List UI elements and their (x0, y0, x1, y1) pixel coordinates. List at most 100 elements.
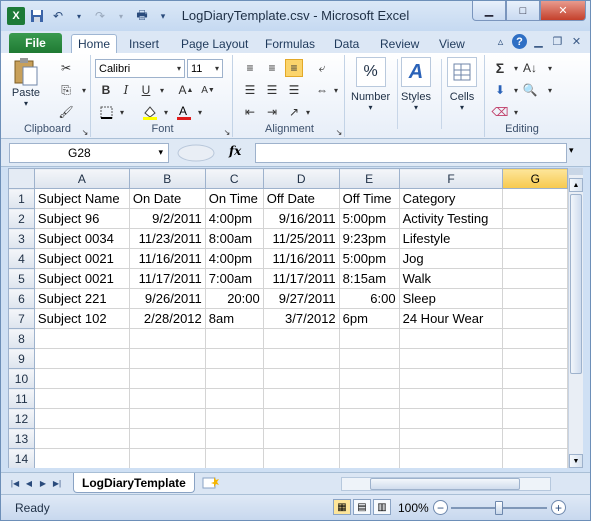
cell-g7[interactable] (502, 308, 568, 329)
column-header-d[interactable]: D (262, 168, 340, 189)
horizontal-scrollbar[interactable] (341, 477, 551, 491)
cell-a11[interactable] (33, 388, 130, 409)
cell-f5[interactable]: Walk (398, 268, 504, 289)
cell-d4[interactable]: 11/16/2011 (262, 248, 340, 269)
cell-e8[interactable] (338, 328, 400, 349)
styles-button[interactable]: A Styles ▾ (401, 57, 431, 112)
tab-view[interactable]: View (433, 34, 471, 53)
row-header[interactable]: 12 (8, 408, 35, 429)
row-header[interactable]: 13 (8, 428, 35, 449)
cell-e1[interactable]: Off Time (338, 188, 400, 209)
formula-input[interactable] (255, 143, 567, 163)
column-header-g[interactable]: G (502, 168, 568, 189)
cell-d12[interactable] (262, 408, 340, 429)
cell-c6[interactable]: 20:00 (204, 288, 264, 309)
workbook-restore-icon[interactable]: ❐ (550, 34, 565, 49)
cell-e6[interactable]: 6:00 (338, 288, 400, 309)
cell-a1[interactable]: Subject Name (33, 188, 130, 209)
cell-f7[interactable]: 24 Hour Wear (398, 308, 504, 329)
cell-a12[interactable] (33, 408, 130, 429)
borders-dropdown-icon[interactable]: ▾ (113, 103, 131, 121)
minimize-button[interactable]: ▁ (472, 1, 506, 21)
cell-e2[interactable]: 5:00pm (338, 208, 400, 229)
row-header[interactable]: 8 (8, 328, 35, 349)
cell-b8[interactable] (128, 328, 206, 349)
vertical-scroll-thumb[interactable] (570, 194, 582, 374)
column-header-e[interactable]: E (338, 168, 400, 189)
cell-c10[interactable] (204, 368, 264, 389)
column-header-c[interactable]: C (204, 168, 264, 189)
underline-dropdown-icon[interactable]: ▾ (153, 81, 171, 99)
worksheet-grid[interactable]: A B C D E F G 1 Subject Name On Date On Tim… (8, 168, 568, 468)
cell-d13[interactable] (262, 428, 340, 449)
cell-d6[interactable]: 9/27/2011 (262, 288, 340, 309)
cell-f12[interactable] (398, 408, 504, 429)
cell-a14[interactable] (33, 448, 130, 468)
cell-a3[interactable]: Subject 0034 (33, 228, 130, 249)
row-header[interactable]: 14 (8, 448, 35, 468)
font-name-combo[interactable]: Calibri ▾ (95, 59, 185, 78)
cell-b9[interactable] (128, 348, 206, 369)
cell-f1[interactable]: Category (398, 188, 504, 209)
tab-insert[interactable]: Insert (123, 34, 165, 53)
cell-e14[interactable] (338, 448, 400, 468)
cell-d11[interactable] (262, 388, 340, 409)
cell-g12[interactable] (502, 408, 568, 429)
cell-c1[interactable]: On Time (204, 188, 264, 209)
cell-g14[interactable] (502, 448, 568, 468)
cell-d10[interactable] (262, 368, 340, 389)
row-header[interactable]: 3 (8, 228, 35, 249)
help-icon[interactable]: ? (512, 34, 527, 49)
row-header[interactable]: 6 (8, 288, 35, 309)
column-header-a[interactable]: A (33, 168, 130, 189)
cell-c14[interactable] (204, 448, 264, 468)
column-header-f[interactable]: F (398, 168, 504, 189)
cell-a10[interactable] (33, 368, 130, 389)
cell-d8[interactable] (262, 328, 340, 349)
cell-b12[interactable] (128, 408, 206, 429)
cell-d3[interactable]: 11/25/2011 (262, 228, 340, 249)
cell-c12[interactable] (204, 408, 264, 429)
cell-c5[interactable]: 7:00am (204, 268, 264, 289)
cell-g13[interactable] (502, 428, 568, 449)
cell-a6[interactable]: Subject 221 (33, 288, 130, 309)
middle-align-icon[interactable]: ≡ (263, 59, 281, 77)
bold-icon[interactable]: B (97, 81, 115, 99)
cell-c9[interactable] (204, 348, 264, 369)
cell-e12[interactable] (338, 408, 400, 429)
cell-f14[interactable] (398, 448, 504, 468)
increase-font-icon[interactable]: A ▲ (177, 81, 195, 99)
cell-c3[interactable]: 8:00am (204, 228, 264, 249)
cell-g6[interactable] (502, 288, 568, 309)
cell-f11[interactable] (398, 388, 504, 409)
sheet-tab-logdiarytemplate[interactable]: LogDiaryTemplate (73, 473, 195, 493)
tab-data[interactable]: Data (328, 34, 365, 53)
cell-b1[interactable]: On Date (128, 188, 206, 209)
wrap-text-icon[interactable]: ⤶ (313, 59, 331, 77)
cell-e11[interactable] (338, 388, 400, 409)
cell-d1[interactable]: Off Date (262, 188, 340, 209)
close-button[interactable]: ✕ (540, 1, 586, 21)
tab-formulas[interactable]: Formulas (259, 34, 321, 53)
cell-a9[interactable] (33, 348, 130, 369)
cell-b11[interactable] (128, 388, 206, 409)
vertical-split-box[interactable] (568, 168, 583, 175)
minimize-ribbon-icon[interactable]: ▵ (493, 34, 508, 49)
cell-g10[interactable] (502, 368, 568, 389)
cell-b5[interactable]: 11/17/2011 (128, 268, 206, 289)
cell-g4[interactable] (502, 248, 568, 269)
font-color-dropdown-icon[interactable]: ▾ (191, 103, 209, 121)
cell-c7[interactable]: 8am (204, 308, 264, 329)
cell-b6[interactable]: 9/26/2011 (128, 288, 206, 309)
align-left-icon[interactable]: ☰ (241, 81, 259, 99)
maximize-button[interactable]: □ (506, 1, 540, 21)
fill-color-dropdown-icon[interactable]: ▾ (157, 103, 175, 121)
zoom-out-icon[interactable]: − (433, 500, 448, 515)
paste-dropdown-icon[interactable]: ▾ (24, 99, 28, 108)
alignment-launcher-icon[interactable]: ↘ (334, 127, 344, 137)
tab-review[interactable]: Review (374, 34, 425, 53)
cell-f2[interactable]: Activity Testing (398, 208, 504, 229)
find-select-dropdown-icon[interactable]: ▾ (541, 81, 559, 99)
cell-c4[interactable]: 4:00pm (204, 248, 264, 269)
scroll-down-icon[interactable]: ▼ (569, 454, 583, 468)
